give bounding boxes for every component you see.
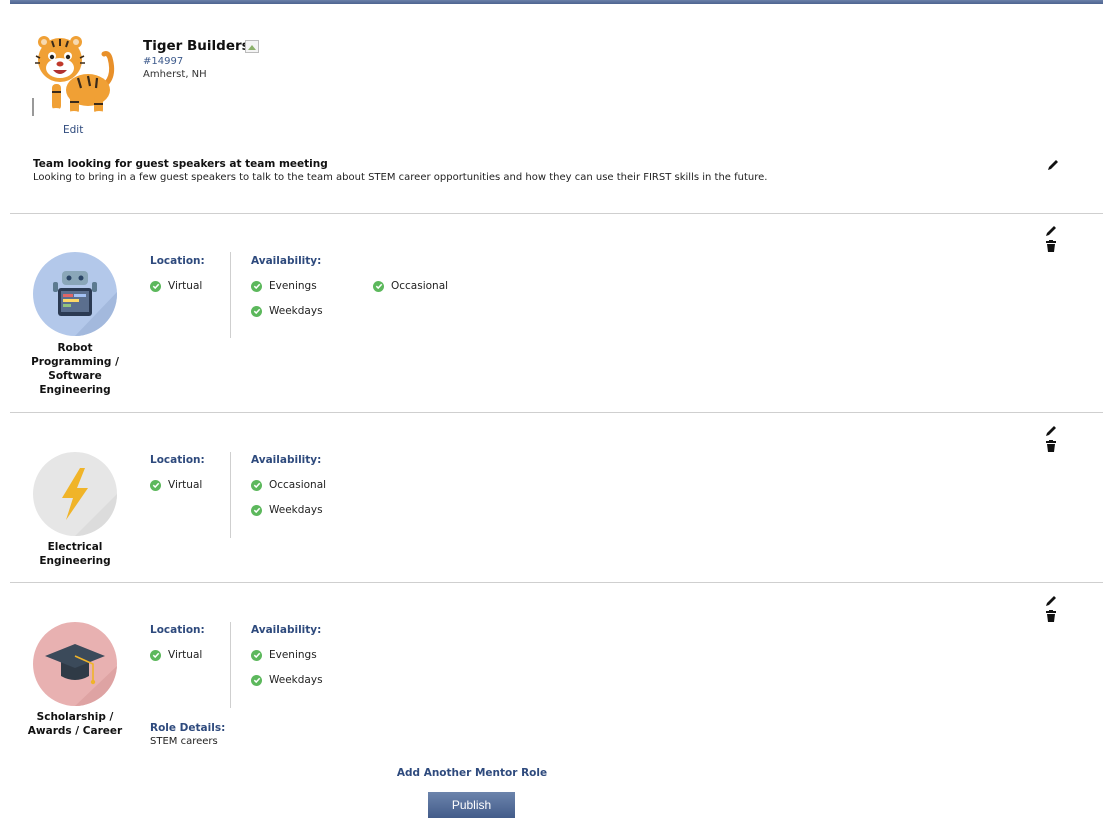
- delete-role-trash-icon[interactable]: [1046, 440, 1056, 452]
- divider: [10, 412, 1103, 413]
- check-circle-icon: [251, 479, 262, 491]
- role-name: Electrical Engineering: [39, 541, 111, 567]
- delete-role-trash-icon[interactable]: [1046, 610, 1056, 622]
- top-accent-bar: [10, 0, 1103, 4]
- check-circle-icon: [251, 504, 262, 516]
- tiger-mascot-icon: [32, 36, 115, 119]
- availability-item: Evenings: [251, 280, 317, 292]
- check-circle-icon: [373, 280, 384, 292]
- role-details-label: Role Details:: [150, 722, 226, 734]
- check-circle-icon: [150, 479, 161, 491]
- location-virtual: Virtual: [150, 649, 202, 661]
- edit-role-pencil-icon[interactable]: [1044, 594, 1058, 608]
- availability-item: Occasional: [251, 479, 326, 491]
- availability-label: Availability:: [251, 624, 322, 636]
- location-label: Location:: [150, 454, 205, 466]
- column-separator: [230, 452, 231, 538]
- location-label: Location:: [150, 624, 205, 636]
- column-separator: [230, 622, 231, 708]
- column-separator: [230, 252, 231, 338]
- graduation-cap-icon: [33, 622, 117, 706]
- availability-label: Availability:: [251, 255, 322, 267]
- availability-item: Weekdays: [251, 305, 323, 317]
- role-details-text: STEM careers: [150, 736, 218, 747]
- role-name: Scholarship / Awards / Career: [27, 711, 123, 737]
- availability-item: Weekdays: [251, 674, 323, 686]
- edit-role-pencil-icon[interactable]: [1044, 224, 1058, 238]
- check-circle-icon: [150, 649, 161, 661]
- team-number: #14997: [143, 56, 184, 67]
- edit-role-pencil-icon[interactable]: [1044, 424, 1058, 438]
- role-name: Robot Programming / Software Engineering: [31, 342, 119, 396]
- robot-programming-icon: [33, 252, 117, 336]
- location-label: Location:: [150, 255, 205, 267]
- availability-item: Evenings: [251, 649, 317, 661]
- lightning-bolt-icon: [33, 452, 117, 536]
- divider: [10, 213, 1103, 214]
- broken-image-icon: [245, 40, 259, 53]
- location-virtual: Virtual: [150, 479, 202, 491]
- location-virtual: Virtual: [150, 280, 202, 292]
- edit-request-pencil-icon[interactable]: [1046, 158, 1060, 172]
- team-location: Amherst, NH: [143, 69, 207, 80]
- availability-item: Occasional: [373, 280, 448, 292]
- check-circle-icon: [251, 280, 262, 292]
- check-circle-icon: [150, 280, 161, 292]
- availability-label: Availability:: [251, 454, 322, 466]
- availability-item: Weekdays: [251, 504, 323, 516]
- request-title: Team looking for guest speakers at team …: [33, 158, 328, 170]
- publish-button[interactable]: Publish: [428, 792, 515, 818]
- team-name: Tiger Builders: [143, 38, 250, 54]
- check-circle-icon: [251, 305, 262, 317]
- request-description: Looking to bring in a few guest speakers…: [33, 172, 768, 183]
- edit-avatar-link[interactable]: Edit: [63, 124, 83, 136]
- delete-role-trash-icon[interactable]: [1046, 240, 1056, 252]
- add-mentor-role-link[interactable]: Add Another Mentor Role: [0, 767, 944, 779]
- check-circle-icon: [251, 674, 262, 686]
- divider: [10, 582, 1103, 583]
- team-avatar: [30, 28, 120, 120]
- check-circle-icon: [251, 649, 262, 661]
